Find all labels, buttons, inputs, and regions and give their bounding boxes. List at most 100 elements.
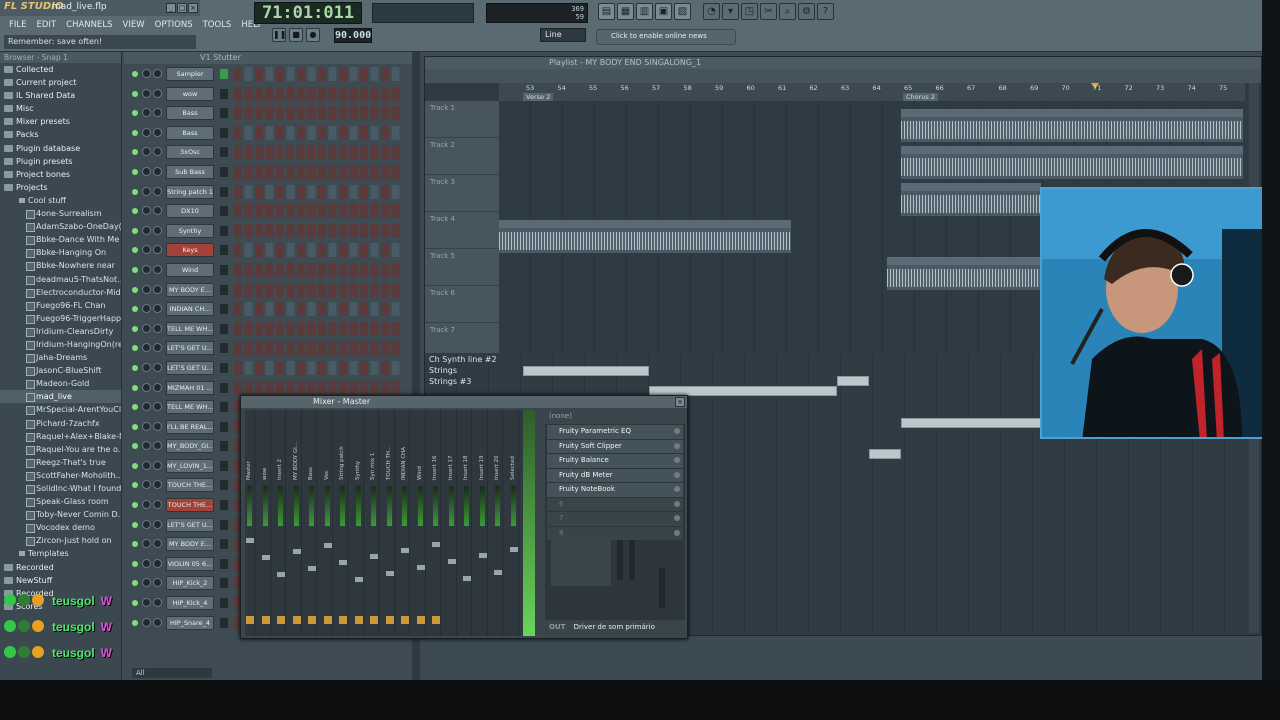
browser-project-item[interactable]: Iridium-HangingOn(re... — [0, 338, 121, 351]
channel-led-icon[interactable] — [132, 443, 138, 450]
channel-select[interactable] — [220, 343, 228, 354]
mixer-icon[interactable]: ▨ — [674, 3, 691, 20]
browser-project-item[interactable]: Bbke-Hanging On — [0, 246, 121, 259]
pan-knob[interactable] — [142, 460, 151, 470]
browser-project-item[interactable]: Toby-Never Comin D... — [0, 508, 121, 521]
step-buttons[interactable] — [234, 164, 402, 179]
audio-clip[interactable]: TELL ME WHAT YOU WANT SINGALONG_1 — [887, 257, 1041, 290]
volume-fader[interactable] — [339, 560, 347, 565]
channel-button[interactable]: Sub Bass — [166, 164, 214, 179]
channel-button[interactable]: DX10 — [166, 204, 214, 219]
channel-button[interactable]: LET'S GET U... — [166, 517, 214, 532]
channel-select[interactable] — [220, 323, 228, 334]
browser-project-item[interactable]: AdamSzabo-OneDay(... — [0, 220, 121, 233]
song-time-display[interactable]: 71:01:011 — [254, 2, 362, 24]
volume-fader[interactable] — [292, 549, 301, 554]
volume-knob[interactable] — [153, 147, 162, 157]
step-buttons[interactable] — [234, 380, 402, 395]
browser-icon[interactable]: ▣ — [655, 3, 672, 20]
playlist-icon[interactable]: ▤ — [598, 3, 615, 20]
mixer-strip[interactable]: INDIAN CHA — [400, 410, 410, 636]
volume-fader[interactable] — [370, 554, 378, 559]
pan-knob[interactable] — [142, 166, 151, 176]
channel-led-icon[interactable] — [132, 325, 138, 332]
volume-knob[interactable] — [153, 362, 162, 372]
volume-fader[interactable] — [308, 566, 316, 571]
channel-select[interactable] — [220, 519, 228, 530]
channel-led-icon[interactable] — [132, 247, 138, 254]
browser-folder[interactable]: Collected — [0, 63, 121, 76]
browser-project-item[interactable]: Bbke-Nowhere near — [0, 259, 121, 272]
channel-button[interactable]: Keys — [166, 243, 214, 258]
fx-slot[interactable]: 7 — [547, 512, 683, 526]
browser-project-item[interactable]: Bbke-Dance With Me — [0, 233, 121, 246]
online-news-button[interactable]: Click to enable online news — [596, 29, 736, 45]
volume-fader[interactable] — [494, 570, 502, 575]
channel-select[interactable] — [220, 225, 228, 236]
channel-led-icon[interactable] — [132, 423, 138, 430]
browser-folder[interactable]: Current project — [0, 76, 121, 89]
browser-folder[interactable]: Projects — [0, 181, 121, 194]
fx-slot[interactable]: Fruity Parametric EQ — [547, 425, 683, 439]
step-buttons[interactable] — [234, 106, 402, 121]
pan-knob[interactable] — [142, 343, 151, 353]
volume-knob[interactable] — [153, 206, 162, 216]
channel-select[interactable] — [220, 69, 228, 79]
browser-project-item[interactable]: Madeon-Gold — [0, 377, 121, 390]
channel-select[interactable] — [220, 598, 228, 609]
fx-indicator-icon[interactable] — [261, 616, 270, 624]
browser-folder[interactable]: Templates — [0, 547, 121, 560]
channel-select[interactable] — [220, 206, 228, 217]
channel-button[interactable]: INDIAN CH... — [166, 302, 214, 317]
step-buttons[interactable] — [234, 125, 402, 140]
track-header[interactable]: Track 5 — [425, 249, 499, 286]
output-row[interactable]: OUT Driver de som primário — [545, 620, 685, 636]
browser-folder[interactable]: Packs — [0, 128, 121, 141]
channel-select[interactable] — [220, 88, 228, 99]
pan-knob[interactable] — [142, 519, 151, 529]
track-header[interactable]: Track 1 — [425, 101, 499, 138]
channel-led-icon[interactable] — [132, 521, 138, 528]
pan-knob[interactable] — [142, 284, 151, 294]
minimize-icon[interactable]: _ — [166, 3, 176, 13]
audio-clip[interactable]: TELL ME WHAT YOU WANT HARM 1_1 — [901, 146, 1243, 179]
channel-select[interactable] — [220, 480, 228, 491]
step-buttons[interactable] — [234, 341, 402, 356]
channel-led-icon[interactable] — [132, 345, 138, 352]
pan-knob[interactable] — [142, 441, 151, 451]
volume-knob[interactable] — [153, 264, 162, 274]
volume-knob[interactable] — [153, 500, 162, 510]
help-icon[interactable]: ? — [817, 3, 834, 20]
menu-tools[interactable]: TOOLS — [198, 18, 237, 32]
volume-knob[interactable] — [153, 108, 162, 118]
channel-button[interactable]: TELL ME WH... — [166, 400, 214, 415]
pattern-block[interactable] — [523, 366, 649, 376]
browser-folder[interactable]: Mixer presets — [0, 115, 121, 128]
channel-button[interactable]: HIP_Kick_2 — [166, 576, 214, 591]
channel-button[interactable]: HIP_Kick_4 — [166, 596, 214, 611]
channel-select[interactable] — [220, 166, 228, 177]
browser-project-item[interactable]: JasonC-BlueShift — [0, 364, 121, 377]
browser-project-item[interactable]: Electroconductor-Mid... — [0, 286, 121, 299]
channel-button[interactable]: LET'S GET U... — [166, 360, 214, 375]
channel-select[interactable] — [220, 264, 228, 275]
cut-icon[interactable]: ✂ — [760, 3, 777, 20]
channel-button[interactable]: Wind — [166, 262, 214, 277]
pan-knob[interactable] — [142, 598, 151, 608]
volume-knob[interactable] — [153, 186, 162, 196]
channel-select[interactable] — [220, 147, 228, 158]
channel-filter[interactable]: All — [132, 668, 212, 678]
browser-project-item[interactable]: ScottFaher-Moholith... — [0, 469, 121, 482]
track-header[interactable]: Track 4 — [425, 212, 499, 249]
channel-button[interactable]: MIZMAH 01 ... — [166, 380, 214, 395]
pattern-block[interactable] — [901, 418, 1041, 428]
mixer-strip[interactable]: Insert 18 — [462, 410, 472, 636]
volume-fader[interactable] — [416, 565, 425, 570]
browser-project-item[interactable]: deadmau5-ThatsNot... — [0, 273, 121, 286]
step-buttons[interactable] — [234, 67, 402, 81]
audio-clip[interactable]: MIZMAH 01 02_1 — [901, 109, 1243, 142]
volume-fader[interactable] — [432, 542, 440, 547]
menu-file[interactable]: FILE — [4, 18, 32, 32]
volume-knob[interactable] — [153, 69, 162, 78]
master-volume-fader[interactable] — [659, 568, 665, 608]
